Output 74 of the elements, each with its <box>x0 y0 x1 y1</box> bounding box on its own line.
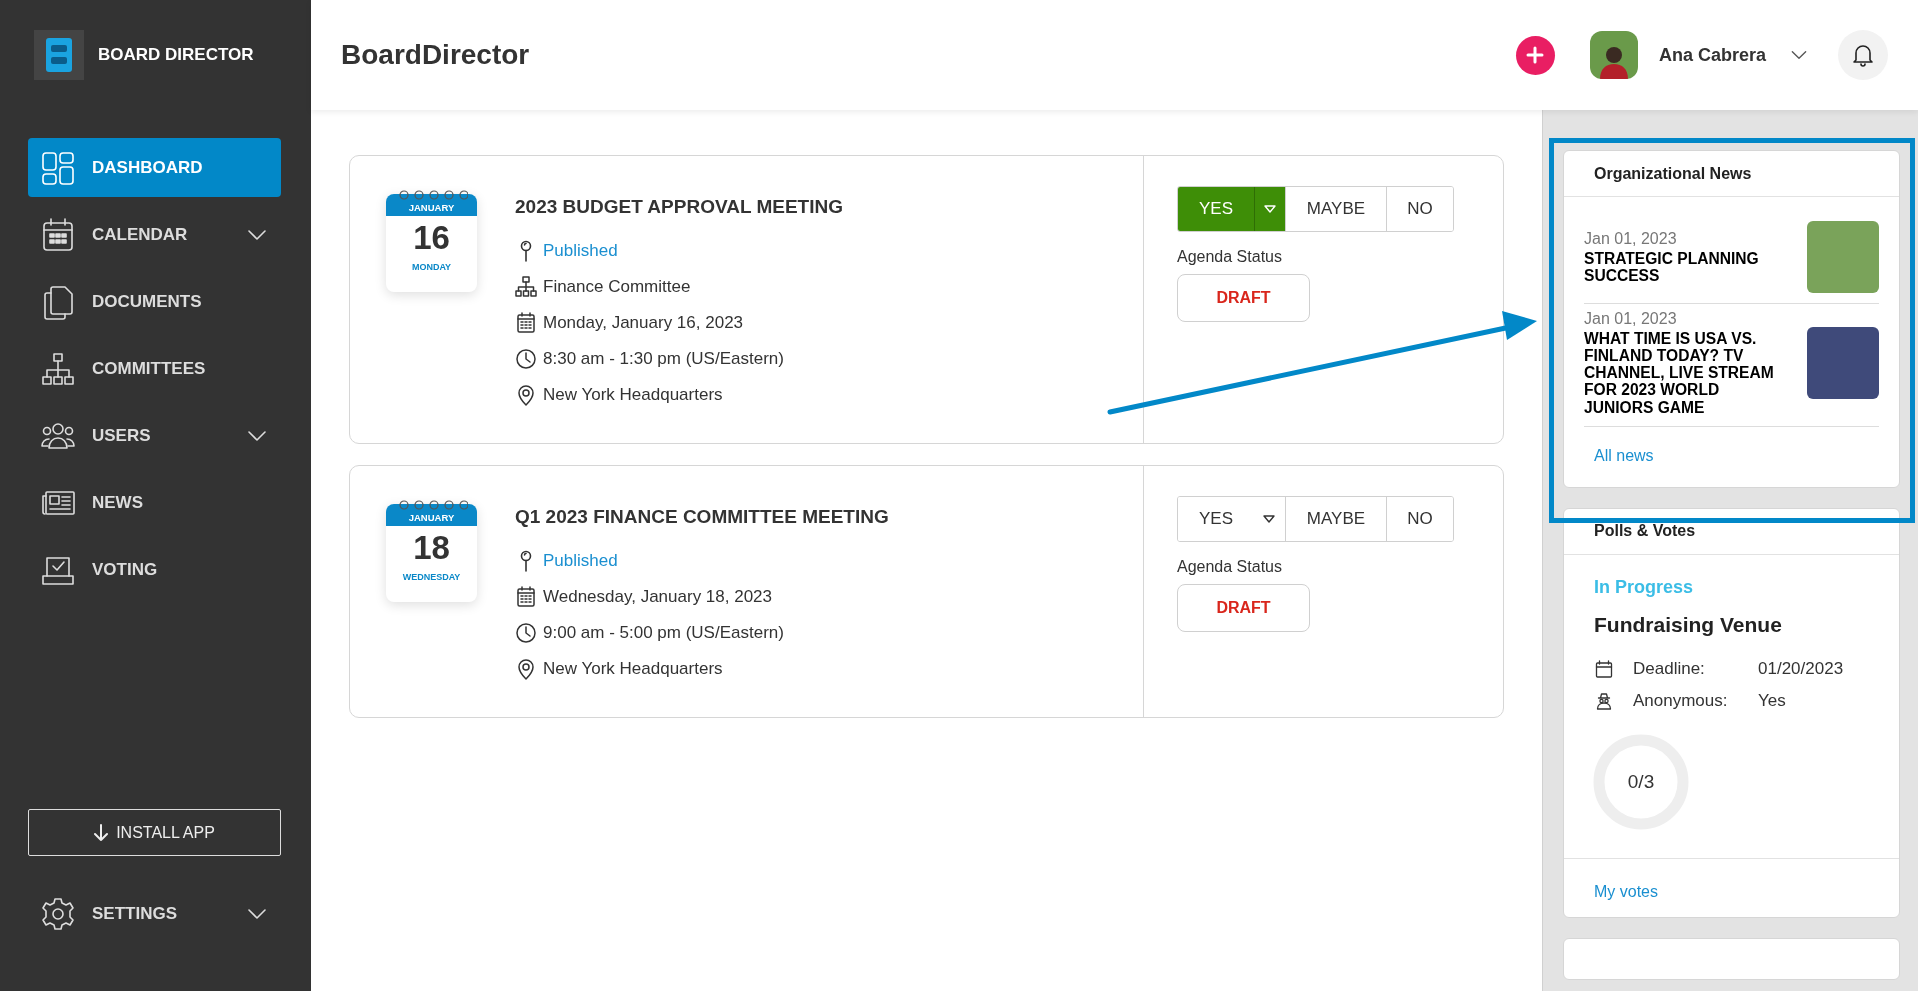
day-number: 16 <box>413 221 450 254</box>
sidebar-item[interactable]: VOTING <box>28 540 281 599</box>
add-button[interactable] <box>1515 35 1555 75</box>
arrow-down-icon <box>94 823 109 842</box>
sidebar-item[interactable]: CALENDAR <box>28 205 281 264</box>
day-number: 18 <box>413 531 450 564</box>
agenda-status-button[interactable]: DRAFT <box>1177 584 1310 632</box>
publish-status: Published <box>543 551 618 571</box>
photo-placeholder <box>1807 221 1879 293</box>
meeting-location: New York Headquarters <box>543 659 723 679</box>
news-date: Jan 01, 2023 <box>1584 229 1678 248</box>
notifications-button[interactable] <box>1838 30 1888 80</box>
news-headline[interactable]: STRATEGIC PLANNING SUCCESS <box>1584 249 1782 285</box>
poll-detail-value: 01/20/2023 <box>1758 658 1845 679</box>
news-date: Jan 01, 2023 <box>1584 310 1678 328</box>
map-pin-icon <box>515 384 537 406</box>
calendar-icon <box>515 586 537 608</box>
logo-icon <box>46 38 72 72</box>
user-name[interactable]: Ana Cabrera <box>1658 44 1766 66</box>
poll-name[interactable]: Fundraising Venue <box>1594 612 1869 637</box>
rsvp-option[interactable]: YES <box>1178 187 1285 231</box>
vote-count: 0/3 <box>1627 770 1655 793</box>
weekday-label: WEDNESDAY <box>402 572 461 582</box>
meeting-title[interactable]: 2023 BUDGET APPROVAL MEETING <box>515 196 843 218</box>
month-label: JANUARY <box>386 194 477 216</box>
agenda-status-label: Agenda Status <box>1177 558 1283 576</box>
agenda-status-label: Agenda Status <box>1177 248 1283 266</box>
dashboard-icon <box>40 149 76 186</box>
month-label: JANUARY <box>386 504 477 526</box>
page-title: BoardDirector <box>341 39 531 71</box>
panel-title: Organizational News <box>1594 164 1752 183</box>
binder-rings-icon <box>398 499 468 511</box>
chevron-down-icon[interactable] <box>1790 50 1808 60</box>
weekday-label: MONDAY <box>411 262 452 272</box>
settings-item[interactable]: SETTINGS <box>28 884 281 943</box>
poll-detail-value: Yes <box>1758 690 1787 711</box>
poll-detail-label: Deadline: <box>1633 658 1706 679</box>
meeting-date: Monday, January 16, 2023 <box>543 313 744 333</box>
meeting-title[interactable]: Q1 2023 FINANCE COMMITTEE MEETING <box>515 506 889 528</box>
sidebar-item[interactable]: NEWS <box>28 473 281 532</box>
agenda-status-button[interactable]: DRAFT <box>1177 274 1310 322</box>
org-chart-icon <box>515 276 537 298</box>
sidebar-item[interactable]: COMMITTEES <box>28 339 281 398</box>
clock-icon <box>515 348 537 370</box>
publish-status: Published <box>543 241 618 261</box>
sidebar-item[interactable]: DASHBOARD <box>28 138 281 197</box>
meeting-committee: Finance Committee <box>543 277 691 297</box>
panel-title: Polls & Votes <box>1594 522 1696 541</box>
clock-icon <box>515 622 537 644</box>
meeting-location: New York Headquarters <box>543 385 723 405</box>
meeting-date: Wednesday, January 18, 2023 <box>543 587 773 607</box>
settings-icon <box>40 895 76 932</box>
rsvp-option[interactable]: NO <box>1386 497 1453 541</box>
poll-detail-label: Anonymous: <box>1633 690 1729 711</box>
sidebar-item[interactable]: USERS <box>28 406 281 465</box>
sidebar-item[interactable]: DOCUMENTS <box>28 272 281 331</box>
meeting-time: 9:00 am - 5:00 pm (US/Eastern) <box>543 623 784 643</box>
news-headline[interactable]: WHAT TIME IS USA VS. FINLAND TODAY? TV CHANNEL, LIVE STREAM FOR 2023 WORLD JUNIORS GAME <box>1584 330 1782 416</box>
calendar-icon <box>40 216 76 253</box>
all-news-link[interactable]: All news <box>1594 446 1654 464</box>
brand-name: BOARD DIRECTOR <box>98 45 254 65</box>
calendar-icon <box>1594 658 1614 679</box>
plus-icon <box>1526 46 1545 64</box>
bell-icon <box>1852 43 1874 67</box>
map-pin-icon <box>515 658 537 680</box>
calendar-icon <box>515 312 537 334</box>
spy-icon <box>1594 690 1614 711</box>
org-chart-icon <box>40 350 76 387</box>
binder-rings-icon <box>398 189 468 201</box>
rsvp-option[interactable]: NO <box>1386 187 1453 231</box>
install-app-button[interactable]: INSTALL APP <box>28 809 281 856</box>
poll-status: In Progress <box>1594 576 1695 598</box>
my-votes-link[interactable]: My votes <box>1594 882 1658 900</box>
meeting-time: 8:30 am - 1:30 pm (US/Eastern) <box>543 349 784 369</box>
